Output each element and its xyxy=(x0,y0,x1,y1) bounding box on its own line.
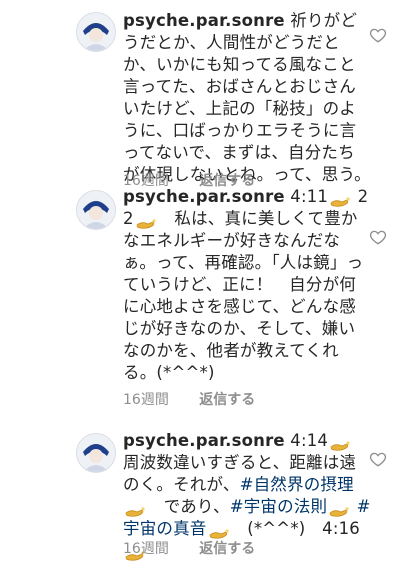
comment-text-segment: 4:11 xyxy=(284,187,329,206)
comment-text-segment: であり、 xyxy=(147,497,230,516)
heart-outline-icon[interactable] xyxy=(369,26,387,44)
oil-lamp-emoji-icon xyxy=(209,524,229,539)
comment-meta: 16週間 返信する xyxy=(123,538,255,558)
comment-username[interactable]: psyche.par.sonre xyxy=(123,431,285,450)
hashtag-link[interactable]: #宇宙の法則 xyxy=(230,497,328,516)
oil-lamp-emoji-icon xyxy=(330,192,350,207)
oil-lamp-emoji-icon xyxy=(330,436,350,451)
comment-meta: 16週間 返信する xyxy=(123,389,255,409)
avatar[interactable] xyxy=(76,12,116,52)
oil-lamp-emoji-icon xyxy=(136,214,156,229)
reply-button[interactable]: 返信する xyxy=(199,389,255,409)
comment-text-segment: (*^^*) 4:16 xyxy=(230,519,360,538)
comment-text-segment: 私は、真に美しくて豊かなエネルギーが好きなんだなぁ。って、再確認。「人は鏡」って… xyxy=(123,209,364,382)
comment-text-segment: 祈りがどうだとか、人間性がどうだとか、いかにも知ってる風なこと言ってた、おばさん… xyxy=(123,11,371,184)
hashtag-link[interactable]: #自然界の摂理 xyxy=(240,475,354,494)
oil-lamp-emoji-icon xyxy=(329,502,349,517)
comment-time: 16週間 xyxy=(123,541,169,557)
heart-outline-icon[interactable] xyxy=(369,228,387,246)
comment-username[interactable]: psyche.par.sonre xyxy=(123,187,285,206)
comment-text: psyche.par.sonre 祈りがどうだとか、人間性がどうだとか、いかにも… xyxy=(123,10,371,186)
avatar[interactable] xyxy=(76,190,116,230)
avatar[interactable] xyxy=(76,433,116,473)
comment-time: 16週間 xyxy=(123,392,169,408)
heart-outline-icon[interactable] xyxy=(369,450,387,468)
reply-button[interactable]: 返信する xyxy=(199,538,255,558)
comment-text: psyche.par.sonre 4:11 22 私は、真に美しくて豊かなエネル… xyxy=(123,186,371,384)
comment-username[interactable]: psyche.par.sonre xyxy=(123,11,285,30)
comment-text-segment: 4:14 xyxy=(284,431,329,450)
oil-lamp-emoji-icon xyxy=(125,502,145,517)
